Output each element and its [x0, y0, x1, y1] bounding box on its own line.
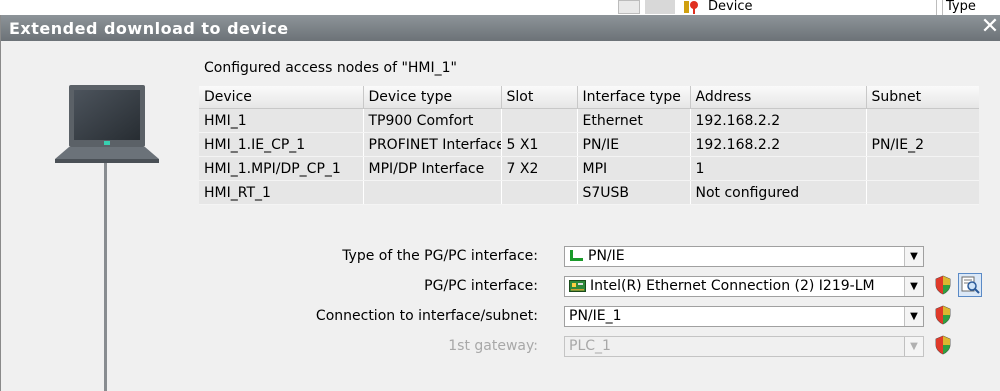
network-card-icon [569, 280, 586, 292]
table-row[interactable]: HMI_RT_1 S7USB Not configured [199, 180, 979, 205]
cell-subnet: PN/IE_2 [866, 132, 979, 157]
cell-address: Not configured [690, 180, 867, 205]
column-header-device-type[interactable]: Device type [363, 86, 502, 109]
cell-subnet [866, 108, 979, 133]
gateway-label: 1st gateway: [448, 338, 538, 354]
cell-interface-type: MPI [577, 156, 691, 181]
cell-subnet [866, 156, 979, 181]
column-header-interface-type[interactable]: Interface type [577, 86, 691, 109]
cell-subnet [866, 180, 979, 205]
gateway-select: PLC_1 ▼ [564, 336, 924, 357]
background-column-separator [936, 0, 937, 15]
connection-line [104, 163, 107, 391]
cell-interface-type: Ethernet [577, 108, 691, 133]
connection-subnet-value: PN/IE_1 [569, 308, 622, 324]
table-row[interactable]: HMI_1 TP900 Comfort Ethernet 192.168.2.2 [199, 108, 979, 133]
pgpc-type-label: Type of the PG/PC interface: [342, 248, 538, 264]
table-row[interactable]: HMI_1.IE_CP_1 PROFINET Interface 5 X1 PN… [199, 132, 979, 157]
chevron-down-icon[interactable]: ▼ [904, 247, 923, 266]
diagnostics-button[interactable] [958, 273, 982, 297]
cell-device: HMI_1.MPI/DP_CP_1 [199, 156, 364, 181]
pgpc-interface-label: PG/PC interface: [424, 278, 538, 294]
cell-slot [501, 180, 578, 205]
background-column-type: Type [942, 0, 976, 15]
cell-address: 192.168.2.2 [690, 108, 867, 133]
cell-device: HMI_RT_1 [199, 180, 364, 205]
cell-device-type: MPI/DP Interface [363, 156, 502, 181]
access-nodes-table: Device Device type Slot Interface type A… [199, 86, 979, 205]
network-plug-icon [570, 249, 583, 261]
pgpc-type-select[interactable]: PN/IE ▼ [564, 246, 924, 267]
hmi-panel-icon [55, 85, 159, 163]
dialog-titlebar: Extended download to device ✕ [1, 15, 1000, 41]
cell-device: HMI_1 [199, 108, 364, 133]
cell-slot: 5 X1 [501, 132, 578, 157]
column-header-address[interactable]: Address [690, 86, 867, 109]
column-header-subnet[interactable]: Subnet [866, 86, 979, 109]
shield-icon[interactable] [934, 305, 952, 325]
cell-device-type [363, 180, 502, 205]
table-row[interactable]: HMI_1.MPI/DP_CP_1 MPI/DP Interface 7 X2 … [199, 156, 979, 181]
background-cell [645, 0, 675, 14]
connection-subnet-label: Connection to interface/subnet: [315, 308, 538, 324]
cell-slot: 7 X2 [501, 156, 578, 181]
cell-interface-type: PN/IE [577, 132, 691, 157]
close-button[interactable]: ✕ [979, 15, 1000, 41]
dialog-title: Extended download to device [9, 19, 289, 38]
connection-subnet-select[interactable]: PN/IE_1 ▼ [564, 306, 924, 327]
cell-slot [501, 108, 578, 133]
gateway-value: PLC_1 [569, 338, 611, 354]
cell-device: HMI_1.IE_CP_1 [199, 132, 364, 157]
background-cell [618, 0, 640, 14]
background-column-device: Device [708, 0, 753, 14]
nodes-section-title: Configured access nodes of "HMI_1" [204, 60, 457, 76]
cell-address: 1 [690, 156, 867, 181]
cell-device-type: TP900 Comfort [363, 108, 502, 133]
magnifier-diagnostics-icon [961, 276, 980, 294]
column-header-slot[interactable]: Slot [501, 86, 578, 109]
cell-device-type: PROFINET Interface [363, 132, 502, 157]
table-header-row: Device Device type Slot Interface type A… [199, 86, 979, 109]
pgpc-interface-select[interactable]: Intel(R) Ethernet Connection (2) I219-LM… [564, 276, 924, 297]
cell-address: 192.168.2.2 [690, 132, 867, 157]
pgpc-interface-value: Intel(R) Ethernet Connection (2) I219-LM [590, 278, 875, 294]
device-key-icon [684, 1, 698, 14]
background-window-strip [0, 0, 1000, 15]
chevron-down-icon[interactable]: ▼ [904, 307, 923, 326]
cell-interface-type: S7USB [577, 180, 691, 205]
shield-icon[interactable] [934, 335, 952, 355]
chevron-down-icon[interactable]: ▼ [904, 277, 923, 296]
chevron-down-icon: ▼ [904, 337, 923, 356]
column-header-device[interactable]: Device [199, 86, 364, 109]
pgpc-type-value: PN/IE [588, 248, 625, 264]
shield-icon[interactable] [934, 275, 952, 295]
